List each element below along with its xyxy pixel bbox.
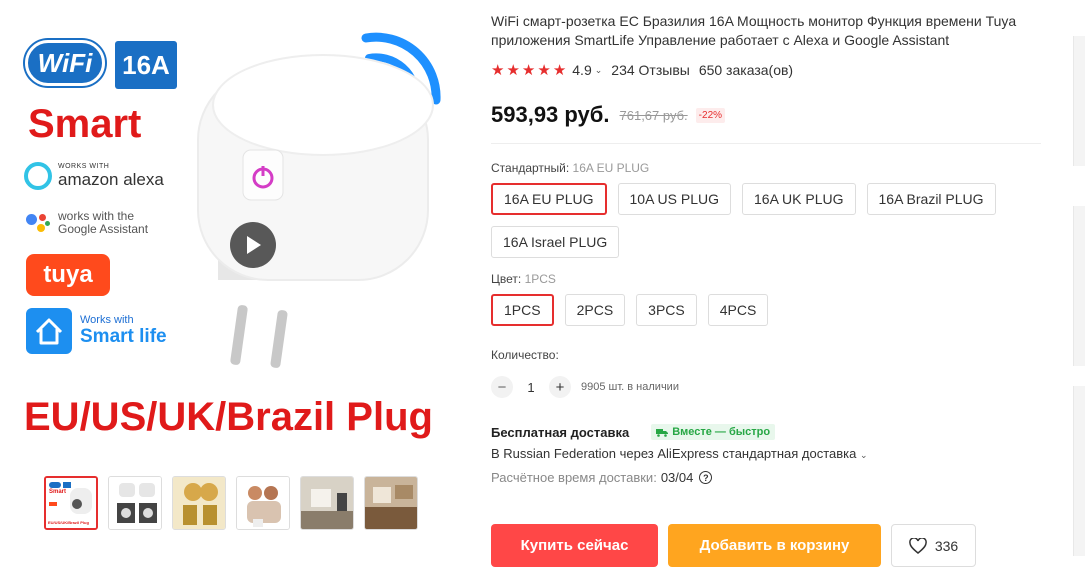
- option-3pcs[interactable]: 3PCS: [636, 294, 697, 326]
- main-product-image[interactable]: WiFi 16A Smart WORKS WITH amazon alexa w…: [18, 10, 458, 465]
- standard-options: 16A EU PLUG 10A US PLUG 16A UK PLUG 16A …: [491, 183, 1051, 258]
- shipping-method-text: В Russian Federation через AliExpress ст…: [491, 446, 857, 461]
- quantity-label: Количество:: [491, 348, 559, 362]
- current-price: 593,93 руб.: [491, 102, 610, 127]
- product-info: WiFi смарт-розетка ЕС Бразилия 16A Мощно…: [491, 12, 1051, 485]
- thumbnail-3[interactable]: [172, 476, 226, 530]
- shipping-method[interactable]: В Russian Federation через AliExpress ст…: [491, 446, 1051, 461]
- home-icon: [26, 308, 72, 354]
- shipping-header: Бесплатная доставка Вместе — быстро: [491, 424, 1051, 440]
- option-16a-uk-plug[interactable]: 16A UK PLUG: [742, 183, 856, 215]
- smart-plug-illustration: [197, 32, 441, 368]
- chevron-down-icon[interactable]: ⌄: [595, 65, 603, 76]
- help-icon[interactable]: ?: [699, 471, 713, 484]
- truck-icon: [656, 428, 669, 437]
- alexa-big-text: amazon alexa: [58, 169, 164, 189]
- option-16a-brazil-plug[interactable]: 16A Brazil PLUG: [866, 183, 996, 215]
- amp-badge: 16A: [115, 41, 177, 89]
- star-icon: ★: [491, 62, 505, 79]
- option-1pcs[interactable]: 1PCS: [491, 294, 554, 326]
- discount-badge: -22%: [695, 107, 726, 123]
- option-10a-us-plug[interactable]: 10A US PLUG: [617, 183, 731, 215]
- wishlist-button[interactable]: 336: [891, 524, 976, 567]
- add-to-cart-button[interactable]: Добавить в корзину: [668, 524, 881, 567]
- standard-selected-value: 16A EU PLUG: [572, 161, 650, 175]
- play-icon: [247, 236, 261, 254]
- tuya-logo: tuya: [26, 254, 110, 296]
- alexa-logo: WORKS WITH amazon alexa: [24, 162, 164, 190]
- quantity-stepper: − 1 + 9905 шт. в наличии: [491, 376, 1051, 398]
- google-assistant-icon: [24, 210, 50, 236]
- price-row: 593,93 руб. 761,67 руб. -22%: [491, 102, 1051, 128]
- standard-label-text: Стандартный:: [491, 161, 570, 175]
- color-options: 1PCS 2PCS 3PCS 4PCS: [491, 294, 1051, 326]
- alexa-icon: [24, 162, 52, 190]
- rating-row: ★ ★ ★ ★ ★ 4.9 ⌄ 234 Отзывы 650 заказа(ов…: [491, 61, 1051, 79]
- purchase-actions: Купить сейчас Добавить в корзину 336: [491, 524, 976, 567]
- star-icon: ★: [521, 62, 536, 79]
- thumbnail-strip: Smart EU/US/UK/Brazil Plug: [44, 476, 418, 530]
- smartlife-small-text: Works with: [80, 314, 134, 326]
- orders-count: 650 заказа(ов): [698, 62, 794, 78]
- delivery-estimate: Расчётное время доставки: 03/04 ?: [491, 470, 1051, 485]
- wishlist-count: 336: [934, 537, 959, 554]
- stock-count: 9905 шт. в наличии: [581, 381, 679, 393]
- thumbnail-4[interactable]: [236, 476, 290, 530]
- thumbnail-5[interactable]: [300, 476, 354, 530]
- quantity-plus-button[interactable]: +: [549, 376, 571, 398]
- star-icon: ★: [506, 62, 520, 79]
- thumbnail-2[interactable]: [108, 476, 162, 530]
- old-price: 761,67 руб.: [619, 107, 688, 123]
- shipping-badge-text: Вместе — быстро: [672, 426, 771, 438]
- google-line2: Google Assistant: [58, 222, 149, 236]
- recommendations-strip: [1073, 36, 1085, 582]
- color-selected-value: 1PCS: [524, 272, 556, 286]
- shipping-title: Бесплатная доставка: [491, 424, 630, 440]
- reviews-link[interactable]: 234 Отзывы: [611, 62, 690, 78]
- delivery-label: Расчётное время доставки:: [491, 470, 657, 485]
- color-label: Цвет: 1PCS: [491, 272, 1051, 286]
- color-label-text: Цвет:: [491, 272, 522, 286]
- google-assistant-logo: works with the Google Assistant: [24, 210, 148, 236]
- heart-icon: [908, 537, 927, 554]
- smartlife-logo: Works with Smart life: [26, 308, 167, 354]
- shipping-badge: Вместе — быстро: [651, 424, 776, 440]
- quantity-input[interactable]: 1: [513, 380, 549, 395]
- rating-stars: ★ ★ ★ ★ ★: [491, 61, 566, 79]
- thumb-smart-text: Smart: [49, 489, 67, 495]
- recommendation-card[interactable]: [1073, 386, 1085, 556]
- wifi-badge: WiFi: [25, 40, 105, 86]
- smartlife-big-text: Smart life: [80, 326, 167, 347]
- thumbnail-6[interactable]: [364, 476, 418, 530]
- alexa-small-text: WORKS WITH: [58, 162, 110, 170]
- recommendation-card[interactable]: [1073, 206, 1085, 366]
- star-icon: ★: [537, 62, 551, 79]
- option-16a-eu-plug[interactable]: 16A EU PLUG: [491, 183, 607, 215]
- play-video-button[interactable]: [230, 222, 276, 268]
- thumbnail-1[interactable]: Smart EU/US/UK/Brazil Plug: [44, 476, 98, 530]
- standard-label: Стандартный: 16A EU PLUG: [491, 161, 1051, 175]
- product-title: WiFi смарт-розетка ЕС Бразилия 16A Мощно…: [491, 13, 1017, 48]
- option-4pcs[interactable]: 4PCS: [707, 294, 769, 326]
- star-icon: ★: [552, 62, 567, 79]
- buy-now-button[interactable]: Купить сейчас: [491, 524, 658, 567]
- wifi-badge-text: WiFi: [37, 47, 93, 78]
- rating-value[interactable]: 4.9: [572, 62, 591, 78]
- divider: [491, 143, 1041, 144]
- recommendation-card[interactable]: [1073, 36, 1085, 166]
- option-16a-israel-plug[interactable]: 16A Israel PLUG: [491, 226, 620, 258]
- quantity-minus-button[interactable]: −: [491, 376, 513, 398]
- option-2pcs[interactable]: 2PCS: [564, 294, 626, 326]
- delivery-date: 03/04: [660, 470, 694, 485]
- smart-heading: Smart: [28, 102, 142, 146]
- thumb-caption: EU/US/UK/Brazil Plug: [48, 520, 89, 525]
- plug-types-caption: EU/US/UK/Brazil Plug: [24, 395, 433, 439]
- product-gallery: WiFi 16A Smart WORKS WITH amazon alexa w…: [0, 0, 470, 582]
- chevron-down-icon: ⌄: [859, 450, 868, 460]
